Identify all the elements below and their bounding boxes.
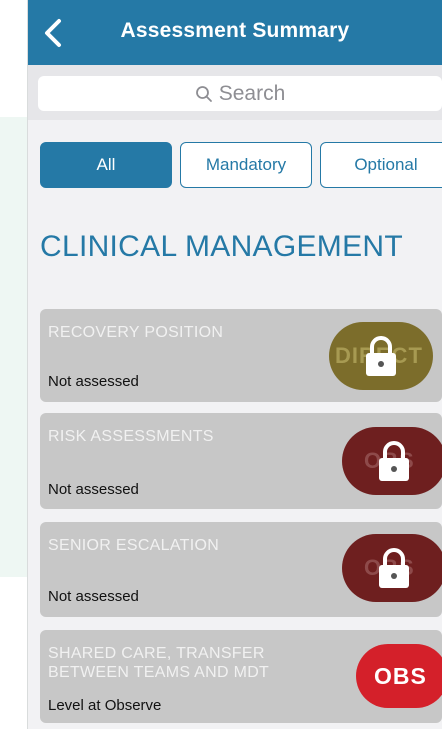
assessment-status: Not assessed (48, 481, 139, 498)
assessment-status: Not assessed (48, 373, 139, 390)
level-badge-obs: OBS (342, 427, 442, 495)
assessment-status: Not assessed (48, 588, 139, 605)
section-title: CLINICAL MANAGEMENT (40, 230, 403, 263)
filter-mandatory-button[interactable]: Mandatory (180, 142, 312, 188)
search-bar: Search (28, 65, 442, 120)
assessment-card-recovery-position[interactable]: RECOVERY POSITION Not assessed DIRECT (40, 309, 442, 402)
search-icon (195, 85, 212, 102)
navigation-bar: Assessment Summary (28, 0, 442, 65)
filter-segments: All Mandatory Optional (40, 142, 442, 190)
filter-optional-button[interactable]: Optional (320, 142, 442, 188)
padlock-icon (379, 548, 409, 588)
search-input[interactable]: Search (38, 76, 442, 111)
assessment-card-shared-care[interactable]: SHARED CARE, TRANSFER BETWEEN TEAMS AND … (40, 630, 442, 723)
search-placeholder: Search (218, 81, 286, 105)
app-screen: Assessment Summary Search All Mandatory … (28, 0, 442, 729)
assessment-name: RECOVERY POSITION (48, 324, 224, 341)
badge-label: OBS (374, 662, 427, 689)
level-badge-obs: OBS (342, 534, 442, 602)
level-badge-direct: DIRECT (329, 322, 433, 390)
assessment-name: SHARED CARE, TRANSFER BETWEEN TEAMS AND … (48, 645, 270, 681)
assessment-card-senior-escalation[interactable]: SENIOR ESCALATION Not assessed OBS (40, 522, 442, 617)
level-badge-obs: OBS (356, 644, 442, 708)
padlock-icon (379, 441, 409, 481)
padlock-icon (366, 336, 396, 376)
filter-all-button[interactable]: All (40, 142, 172, 188)
assessment-name: SENIOR ESCALATION (48, 537, 220, 554)
assessment-card-risk-assessments[interactable]: RISK ASSESSMENTS Not assessed OBS (40, 413, 442, 509)
page-title: Assessment Summary (120, 19, 350, 42)
background-panel (0, 117, 29, 577)
assessment-status: Level at Observe (48, 697, 162, 714)
assessment-name: RISK ASSESSMENTS (48, 428, 214, 445)
